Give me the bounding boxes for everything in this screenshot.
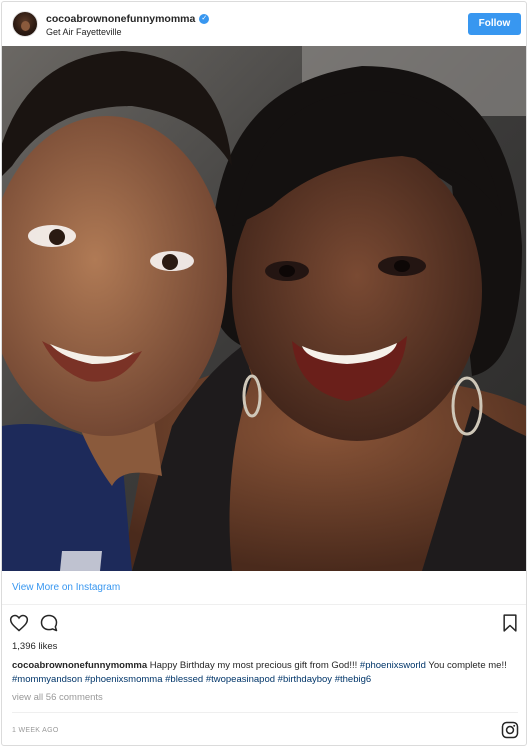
- bookmark-icon[interactable]: [500, 613, 520, 633]
- hashtag[interactable]: #mommyandson: [12, 674, 82, 685]
- instagram-embed-card: cocoabrownonefunnymomma ✓ Get Air Fayett…: [1, 1, 527, 746]
- caption-username[interactable]: cocoabrownonefunnymomma: [12, 660, 147, 671]
- caption-text: Happy Birthday my most precious gift fro…: [147, 660, 360, 671]
- view-more-bar: View More on Instagram: [2, 571, 526, 605]
- hashtag[interactable]: #phoenixsworld: [360, 660, 426, 671]
- footer-divider: [12, 712, 518, 713]
- caption-text: You complete me!!: [425, 660, 507, 671]
- photo-illustration: [2, 46, 526, 571]
- post-photo[interactable]: [2, 46, 526, 571]
- heart-icon[interactable]: [9, 613, 29, 633]
- view-more-link[interactable]: View More on Instagram: [12, 582, 120, 593]
- post-location[interactable]: Get Air Fayetteville: [46, 27, 122, 37]
- like-count[interactable]: 1,396 likes: [12, 641, 57, 652]
- username-row: cocoabrownonefunnymomma ✓: [46, 13, 210, 25]
- profile-username[interactable]: cocoabrownonefunnymomma: [46, 13, 195, 25]
- follow-button[interactable]: Follow: [468, 13, 521, 35]
- view-all-comments-link[interactable]: view all 56 comments: [12, 692, 103, 703]
- comment-icon[interactable]: [39, 613, 59, 633]
- profile-avatar[interactable]: [12, 11, 38, 37]
- hashtag[interactable]: #twopeasinapod: [206, 674, 275, 685]
- hashtag[interactable]: #blessed: [165, 674, 203, 685]
- verified-badge-icon: ✓: [199, 14, 210, 24]
- action-bar: [2, 606, 526, 638]
- hashtag[interactable]: #thebig6: [335, 674, 371, 685]
- instagram-logo-icon[interactable]: [501, 721, 519, 739]
- hashtag[interactable]: #phoenixsmomma: [85, 674, 163, 685]
- post-header: cocoabrownonefunnymomma ✓ Get Air Fayett…: [2, 2, 526, 46]
- post-caption: cocoabrownonefunnymomma Happy Birthday m…: [12, 659, 522, 687]
- post-timestamp[interactable]: 1 WEEK AGO: [12, 727, 59, 734]
- hashtag[interactable]: #birthdayboy: [278, 674, 332, 685]
